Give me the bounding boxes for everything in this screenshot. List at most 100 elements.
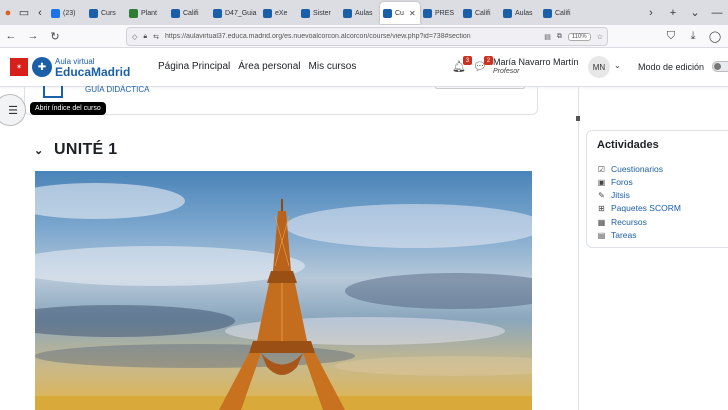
browser-tab[interactable]: Califi [168, 2, 210, 24]
drawer-divider [578, 87, 579, 410]
new-tab-button[interactable]: + [662, 7, 684, 19]
browser-tab[interactable]: Califi [460, 2, 500, 24]
site-header: ✶ ✚ Aula virtual EducaMadrid Página Prin… [0, 48, 728, 87]
back-button[interactable]: ← [0, 30, 22, 42]
eiffel-tower-illustration [35, 183, 532, 410]
reload-button[interactable]: ↻ [44, 30, 66, 43]
pip-icon[interactable]: ⧉ [557, 33, 562, 41]
address-bar[interactable]: ◇ 🔒︎ ⇆ https://aulavirtual37.educa.madri… [126, 27, 608, 46]
url-text[interactable]: https://aulavirtual37.educa.madrid.org/e… [165, 33, 538, 40]
pocket-icon[interactable]: ⛉ [660, 30, 682, 43]
browser-tab[interactable]: D47_Guia [210, 2, 260, 24]
browser-tab[interactable]: Aulas [340, 2, 380, 24]
tab-favicon-icon [503, 8, 512, 18]
tab-label: Califi [555, 9, 571, 17]
browser-toolbar: ← → ↻ ◇ 🔒︎ ⇆ https://aulavirtual37.educa… [0, 25, 728, 48]
checklist-icon: ☑ [597, 164, 606, 174]
section-collapse-chevron-icon[interactable]: ⌄ [34, 144, 43, 157]
zoom-level[interactable]: 110% [567, 32, 591, 41]
tab-favicon-icon [51, 8, 60, 18]
tab-overflow-chevron-icon[interactable]: ⌄ [684, 6, 706, 19]
primary-navigation: Página Principal Área personal Mis curso… [158, 61, 356, 72]
tab-favicon-icon [129, 8, 138, 18]
browser-tab[interactable]: PRES [420, 2, 460, 24]
tab-label: PRES [435, 9, 455, 17]
tab-list-button[interactable]: ▭ [16, 0, 32, 25]
forward-button[interactable]: → [22, 30, 44, 42]
tabs-scroll-left-button[interactable]: ‹ [32, 0, 48, 25]
activity-quizzes[interactable]: ☑ Cuestionarios [597, 164, 663, 174]
tooltip: Abrir índice del curso [30, 102, 106, 115]
lock-icon[interactable]: 🔒︎ [143, 33, 147, 41]
reader-view-icon[interactable]: ▤ [544, 33, 551, 41]
browser-tab[interactable]: (23) [48, 2, 86, 24]
tab-favicon-icon [463, 8, 472, 18]
browser-tab-bar: ● ▭ ‹ (23) Curs Plant Califi D47_Guia eXe Sist… [0, 0, 728, 25]
tab-label: Plant [141, 9, 157, 17]
nav-dashboard[interactable]: Área personal [238, 61, 300, 72]
activity-jitsi[interactable]: ✎ Jitsis [597, 190, 630, 200]
tab-label: Aulas [355, 9, 373, 17]
list-icon: ☰ [8, 104, 18, 117]
logo-title[interactable]: EducaMadrid [55, 65, 130, 79]
previous-activity-link[interactable]: GUÍA DIDÁCTICA [85, 85, 149, 94]
edit-mode-toggle[interactable] [712, 61, 728, 72]
bookmark-star-icon[interactable]: ☆ [597, 33, 603, 41]
book-icon [43, 86, 63, 98]
activity-resources[interactable]: ▦ Recursos [597, 217, 647, 227]
browser-tab[interactable]: Plant [126, 2, 168, 24]
permissions-icon[interactable]: ⇆ [153, 33, 159, 41]
tab-favicon-icon [213, 8, 222, 18]
tab-favicon-icon [423, 8, 432, 18]
tab-favicon-icon [543, 8, 552, 18]
course-index-toggle-button[interactable]: ☰ [0, 94, 26, 126]
edit-mode-label: Modo de edición [638, 62, 705, 72]
notifications-button[interactable]: 🔔︎ 3 [452, 56, 472, 73]
eiffel-tower-image [35, 171, 532, 410]
browser-tab[interactable]: eXe [260, 2, 298, 24]
activities-title: Actividades [597, 139, 659, 151]
tab-favicon-icon [171, 8, 180, 18]
assignment-icon: ▤ [597, 230, 606, 240]
activities-block: Actividades ☑ Cuestionarios ▣ Foros ✎ Ji… [586, 130, 728, 248]
browser-tab[interactable]: Califi [540, 2, 576, 24]
minimize-window-button[interactable]: — [706, 7, 728, 19]
messages-badge: 2 [483, 56, 493, 65]
browser-tab[interactable]: Cu ✕ [380, 2, 420, 24]
notifications-badge: 3 [462, 56, 472, 65]
avatar[interactable]: MN [588, 56, 610, 78]
user-name[interactable]: María Navarro Martín [493, 57, 579, 67]
activity-forums[interactable]: ▣ Foros [597, 177, 633, 187]
block-drawer-handle[interactable] [576, 116, 580, 121]
tab-label: Sister [313, 9, 331, 17]
messages-button[interactable]: 💬︎ 2 [473, 56, 493, 73]
tabs-scroll-right-button[interactable]: › [640, 7, 662, 19]
completion-button[interactable] [435, 87, 525, 89]
tab-favicon-icon [263, 8, 272, 18]
shield-icon[interactable]: ◇ [132, 33, 137, 41]
section-title[interactable]: UNITÉ 1 [54, 141, 117, 159]
browser-tab[interactable]: Sister [298, 2, 340, 24]
close-tab-icon[interactable]: ✕ [409, 9, 416, 18]
tab-label: (23) [63, 9, 76, 17]
browser-tab[interactable]: Aulas [500, 2, 540, 24]
package-icon: ⊞ [598, 203, 605, 213]
activity-assignments[interactable]: ▤ Tareas [597, 230, 637, 240]
tab-label: Califi [475, 9, 491, 17]
educamadrid-logo-icon[interactable]: ✚ [32, 57, 52, 77]
nav-my-courses[interactable]: Mis cursos [309, 61, 357, 72]
comunidad-madrid-logo[interactable]: ✶ [10, 58, 28, 76]
tab-favicon-icon [301, 8, 310, 18]
tab-label: Califi [183, 9, 199, 17]
browser-tab[interactable]: Curs [86, 2, 126, 24]
jitsi-icon: ✎ [598, 190, 605, 200]
nav-home[interactable]: Página Principal [158, 61, 230, 72]
resource-icon: ▦ [597, 217, 606, 227]
account-icon[interactable]: ◯ [704, 30, 726, 43]
firefox-icon: ● [4, 6, 12, 19]
tab-favicon-icon [383, 8, 392, 18]
activity-scorm[interactable]: ⊞ Paquetes SCORM [597, 203, 681, 213]
tab-label: Curs [101, 9, 116, 17]
downloads-icon[interactable]: ⤓ [682, 30, 704, 43]
user-menu-chevron-down-icon[interactable]: ⌄ [614, 61, 621, 70]
